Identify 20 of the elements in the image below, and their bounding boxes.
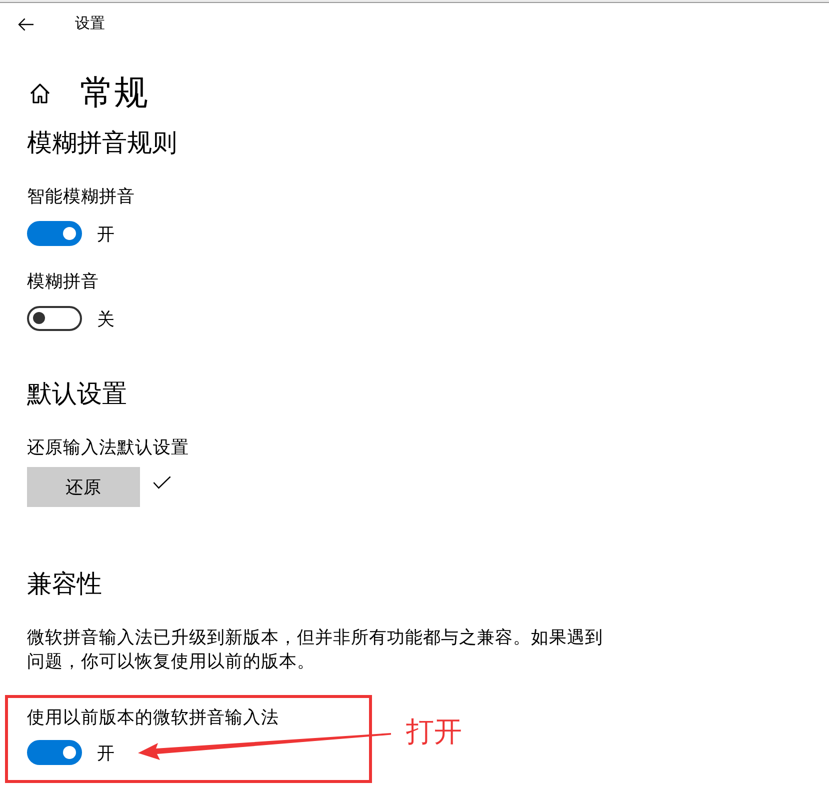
window-title: 设置 bbox=[75, 14, 105, 34]
toggle-state-text: 开 bbox=[97, 742, 115, 765]
back-arrow-icon[interactable] bbox=[18, 18, 34, 30]
setting-label: 还原输入法默认设置 bbox=[27, 436, 189, 459]
restore-button[interactable]: 还原 bbox=[27, 467, 140, 507]
section-heading: 模糊拼音规则 bbox=[27, 128, 177, 159]
setting-label: 使用以前版本的微软拼音输入法 bbox=[27, 706, 279, 729]
toggle-switch[interactable] bbox=[27, 306, 82, 330]
toggle-state-text: 关 bbox=[97, 308, 115, 331]
section-description: 微软拼音输入法已升级到新版本，但并非所有功能都与之兼容。如果遇到问题，你可以恢复使用以前的版本。 bbox=[27, 626, 604, 673]
home-icon bbox=[29, 82, 51, 104]
section-heading: 兼容性 bbox=[27, 569, 102, 600]
toggle-state-text: 开 bbox=[97, 223, 115, 246]
setting-label: 智能模糊拼音 bbox=[27, 185, 135, 208]
toggle-switch[interactable] bbox=[27, 220, 82, 246]
annotation-text: 打开 bbox=[406, 715, 462, 749]
section-heading: 默认设置 bbox=[27, 379, 127, 410]
setting-label: 模糊拼音 bbox=[27, 270, 99, 293]
toggle-switch[interactable] bbox=[27, 740, 82, 764]
page-title: 常规 bbox=[80, 73, 148, 113]
